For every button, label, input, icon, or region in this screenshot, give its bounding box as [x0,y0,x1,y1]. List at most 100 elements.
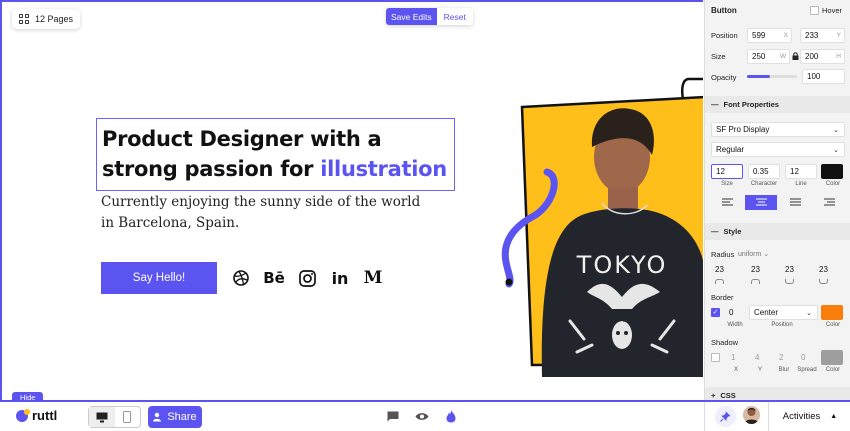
opacity-label: Opacity [711,73,737,82]
border-position-value: Center [754,308,779,317]
edit-bar: Save Edits Reset [386,8,473,25]
shadow-spread-field[interactable]: 0 [797,350,815,365]
x-sublabel: X [733,367,738,373]
device-toggle [88,406,141,428]
hover-label: Hover [822,6,843,15]
corner-icon [751,279,760,284]
mobile-view-button[interactable] [115,407,141,427]
position-y-suffix: Y [836,32,841,39]
shirt-small-text: FMA [616,317,630,324]
logo-text: ruttl [32,408,58,423]
shadow-color-swatch[interactable] [821,350,843,365]
linkedin-icon[interactable]: in [330,268,350,288]
pages-label: 12 Pages [35,14,74,24]
align-center-button[interactable] [745,195,777,210]
css-label: CSS [720,391,736,400]
align-right-button[interactable] [813,195,845,210]
headline-line-1: Product Designer with a [102,127,382,151]
panel-title: Button [711,6,737,15]
avatar[interactable] [743,406,760,424]
line-height-value: 12 [790,167,799,176]
activities-label: Activities [782,411,821,422]
css-header[interactable]: + CSS [705,387,850,400]
comment-mode-icon[interactable] [386,409,400,423]
expand-icon: + [711,391,716,400]
selected-headline[interactable]: Product Designer with a strong passion f… [96,118,455,191]
shadow-x-field[interactable]: 1 [727,350,745,365]
shadow-checkbox[interactable] [711,353,720,362]
spread-sublabel: Spread [797,367,817,373]
style-label: Style [723,227,742,236]
instagram-icon[interactable] [297,268,317,288]
edit-mode-icon[interactable] [444,409,458,423]
lock-icon[interactable] [792,52,799,62]
hover-checkbox[interactable] [810,6,819,15]
headline-line-2: strong passion for illustration [102,154,449,184]
activities-dropdown[interactable]: Activities ▲ [768,402,850,431]
shadow-y-field[interactable]: 4 [751,350,769,365]
ruttl-logo[interactable]: ruttl [16,408,57,423]
corner-icon [785,279,794,284]
say-hello-button[interactable]: Say Hello! [101,262,217,294]
chevron-down-icon: ⌄ [833,126,839,134]
medium-icon[interactable]: M [363,268,383,288]
size-h-field[interactable]: 200 H [800,49,845,64]
border-width-value: 0 [729,308,734,317]
border-position-select[interactable]: Center ⌄ [749,305,818,320]
opacity-field[interactable]: 100 [802,69,845,84]
char-spacing-value: 0.35 [753,167,769,176]
radius-bottom-left[interactable]: 23 [781,262,807,277]
y-sublabel: Y [757,367,762,373]
caret-up-icon: ▲ [830,413,838,420]
blur-sublabel: Blur [778,367,790,373]
border-color-swatch[interactable] [821,305,843,320]
behance-icon[interactable]: Bē [263,268,285,288]
preview-mode-icon[interactable] [415,409,429,423]
font-weight-select[interactable]: Regular ⌄ [711,142,845,157]
font-properties-header[interactable]: — Font Properties [705,96,850,113]
reset-button[interactable]: Reset [437,8,473,25]
shirt-text: TOKYO [576,251,668,279]
align-justify-button[interactable] [779,195,811,210]
desktop-view-button[interactable] [89,407,115,427]
position-x-suffix: X [783,32,788,39]
chevron-down-icon: ⌄ [806,309,812,317]
position-sublabel: Position [771,322,793,328]
hide-toggle[interactable]: Hide [12,392,44,400]
share-button[interactable]: Share [148,406,202,428]
font-size-field[interactable]: 12 [711,164,743,179]
border-checkbox[interactable]: ✓ [711,308,720,317]
border-width-field[interactable]: 0 [725,305,745,320]
shadow-blur-field[interactable]: 2 [775,350,793,365]
size-h-suffix: H [836,53,841,60]
shadow-color-sublabel: Color [825,367,841,373]
font-family-value: SF Pro Display [716,125,770,134]
radius-top-left[interactable]: 23 [711,262,737,277]
style-header[interactable]: — Style [705,223,850,240]
font-color-swatch[interactable] [821,164,843,179]
font-family-select[interactable]: SF Pro Display ⌄ [711,122,845,137]
mode-switcher [386,409,458,423]
pages-button[interactable]: 12 Pages [12,9,81,29]
size-w-field[interactable]: 250 W [747,49,790,64]
char-spacing-field[interactable]: 0.35 [748,164,780,179]
radius-bottom-right[interactable]: 23 [815,262,841,277]
radius-top-right[interactable]: 23 [747,262,773,277]
position-x-field[interactable]: 599 X [747,28,792,43]
right-tools: Activities ▲ [704,402,850,431]
position-y-field[interactable]: 233 Y [800,28,845,43]
size-h-value: 200 [805,52,819,61]
border-color-sublabel: Color [825,322,841,328]
logo-icon [16,408,30,422]
opacity-slider[interactable] [747,75,797,78]
intro-text: Currently enjoying the sunny side of the… [101,194,421,231]
save-edits-button[interactable]: Save Edits [386,8,437,25]
dribbble-icon[interactable] [231,268,251,288]
radius-mode-value: uniform [738,251,762,258]
pin-icon[interactable] [715,406,736,427]
align-left-button[interactable] [711,195,743,210]
line-height-field[interactable]: 12 [785,164,817,179]
radius-mode-select[interactable]: uniform ⌄ [738,250,769,258]
shadow-y-value: 4 [755,353,760,362]
font-weight-value: Regular [716,145,745,154]
